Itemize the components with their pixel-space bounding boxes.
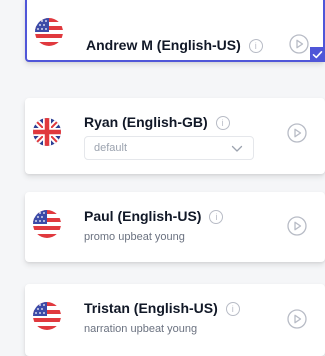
- voice-name: Andrew M (English-US) i: [86, 37, 263, 53]
- voice-name: Ryan (English-GB) i: [84, 114, 230, 130]
- info-icon[interactable]: i: [215, 116, 230, 130]
- info-icon[interactable]: i: [209, 210, 224, 224]
- us-flag-icon: [33, 210, 61, 238]
- voice-card-andrew[interactable]: Andrew M (English-US) i: [25, 0, 325, 62]
- voice-card-paul[interactable]: Paul (English-US) i promo upbeat young: [25, 192, 325, 262]
- voice-name: Paul (English-US) i: [84, 208, 224, 224]
- voice-tags: narration upbeat young: [84, 323, 198, 335]
- play-icon[interactable]: [287, 123, 307, 143]
- voice-tags: promo upbeat young: [84, 231, 185, 243]
- play-icon[interactable]: [287, 216, 307, 236]
- voice-card-ryan[interactable]: Ryan (English-GB) i default: [25, 98, 325, 174]
- chevron-down-icon: [231, 145, 243, 152]
- play-icon[interactable]: [289, 34, 309, 54]
- dropdown-value: default: [94, 142, 128, 154]
- play-icon[interactable]: [287, 309, 307, 329]
- voice-name: Tristan (English-US) i: [84, 300, 240, 316]
- voice-card-tristan[interactable]: Tristan (English-US) i narration upbeat y…: [25, 284, 325, 356]
- us-flag-icon: [33, 302, 61, 330]
- uk-flag-icon: [33, 118, 61, 146]
- check-icon: [310, 47, 325, 62]
- style-dropdown[interactable]: default: [84, 136, 254, 160]
- info-icon[interactable]: i: [248, 39, 263, 53]
- info-icon[interactable]: i: [225, 302, 240, 316]
- voice-selector-page: { "voices": [ { "name": "Andrew M (Engli…: [0, 0, 325, 356]
- us-flag-icon: [35, 18, 63, 46]
